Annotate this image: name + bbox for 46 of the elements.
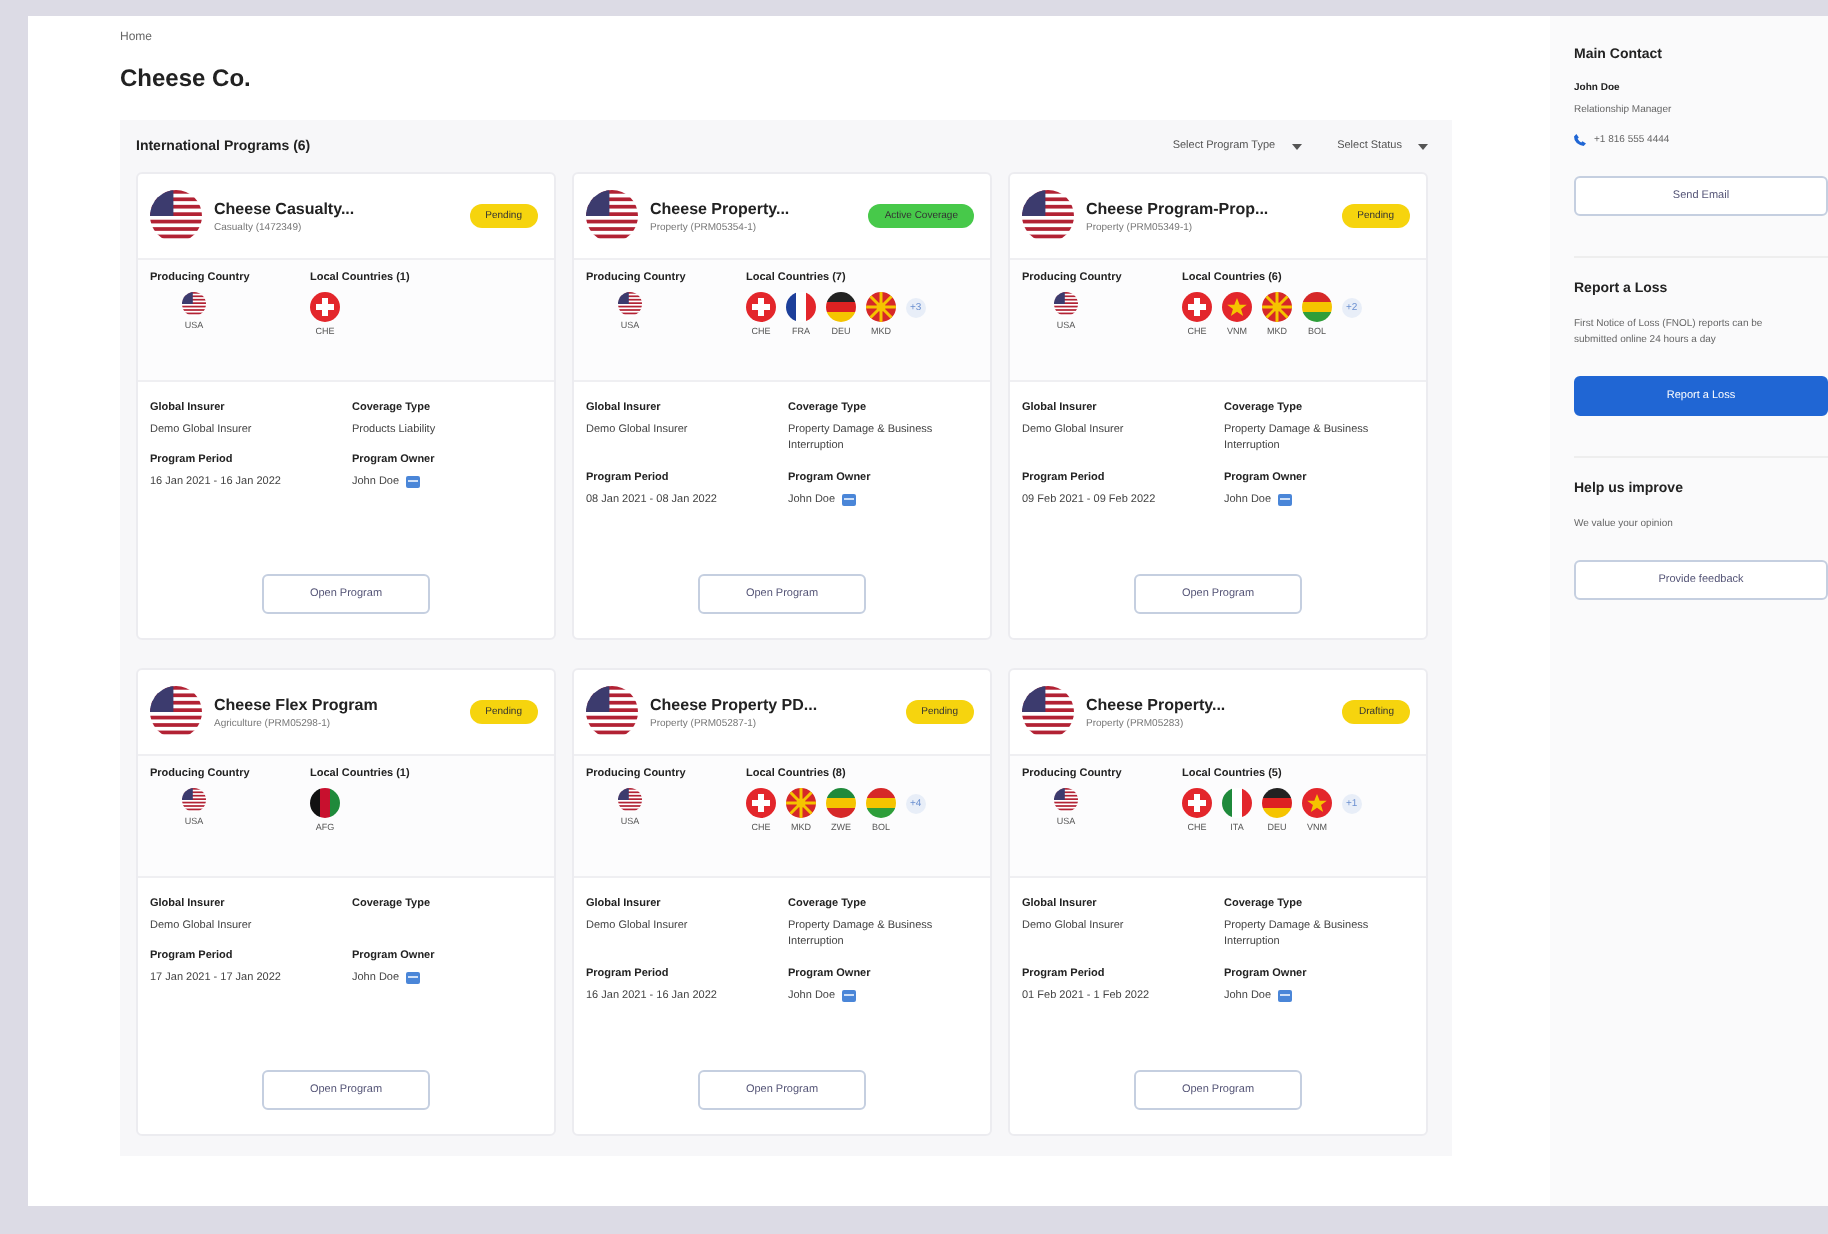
flag-icon [150, 190, 202, 242]
flag-icon [786, 788, 816, 818]
flag-icon [1302, 788, 1332, 818]
flag-icon [1182, 788, 1212, 818]
program-name: Cheese Property... [1086, 695, 1228, 713]
flag-icon [1262, 292, 1292, 322]
flag-icon [866, 788, 896, 818]
flag-icon [618, 788, 642, 812]
chevron-down-icon [1418, 143, 1428, 149]
flag-icon [1022, 686, 1074, 738]
flag-icon [826, 788, 856, 818]
flag-icon [310, 292, 340, 322]
flag-icon [182, 292, 206, 316]
flag-icon [310, 788, 340, 818]
flag-icon [826, 292, 856, 322]
flag-icon [586, 686, 638, 738]
flag-icon [150, 686, 202, 738]
contact-card-icon[interactable] [405, 476, 420, 489]
flag-icon [1302, 292, 1332, 322]
page-title: Cheese Co. [120, 64, 253, 92]
flag-icon [746, 292, 776, 322]
flag-icon [1262, 788, 1292, 818]
contact-card-icon[interactable] [841, 493, 856, 506]
program-name: Cheese Flex Program [214, 695, 380, 713]
program-name: Cheese Property... [650, 199, 792, 217]
flag-icon [586, 190, 638, 242]
flag-icon [1222, 292, 1252, 322]
program-name: Cheese Program-Prop... [1086, 199, 1271, 217]
flag-icon [618, 292, 642, 316]
chevron-down-icon [1291, 143, 1302, 149]
flag-icon [182, 788, 206, 812]
contact-card-icon[interactable] [1277, 493, 1292, 506]
flag-icon [1022, 190, 1074, 242]
flag-icon [1054, 788, 1078, 812]
contact-card-icon[interactable] [841, 989, 856, 1002]
contact-card-icon[interactable] [405, 972, 420, 985]
phone-icon [1574, 134, 1586, 146]
flag-icon [746, 788, 776, 818]
flag-icon [1054, 292, 1078, 316]
contact-card-icon[interactable] [1277, 989, 1292, 1002]
flag-icon [866, 292, 896, 322]
flag-icon [1182, 292, 1212, 322]
program-name: Cheese Property PD... [650, 695, 820, 713]
program-name: Cheese Casualty... [214, 199, 357, 217]
flag-icon [1222, 788, 1252, 818]
flag-icon [786, 292, 816, 322]
